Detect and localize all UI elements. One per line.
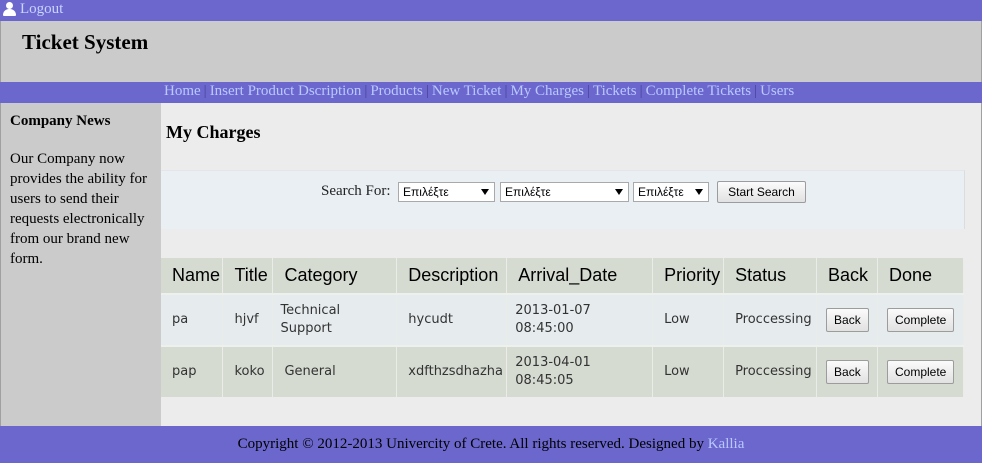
nav-separator: | — [425, 83, 429, 99]
cell-done: Complete — [877, 293, 965, 346]
start-search-button[interactable]: Start Search — [717, 181, 806, 203]
search-select-3-value: Επιλέξτε — [638, 185, 684, 199]
nav-separator: | — [754, 83, 758, 99]
user-icon — [3, 2, 16, 17]
nav-separator: | — [586, 83, 590, 99]
column-header-done: Done — [877, 258, 965, 294]
footer: Copyright © 2012-2013 Univercity of Cret… — [0, 426, 982, 463]
back-button[interactable]: Back — [826, 360, 869, 384]
cell-title: koko — [222, 345, 274, 397]
header: Ticket System — [0, 21, 982, 82]
nav-users[interactable]: Users — [760, 83, 794, 99]
complete-button[interactable]: Complete — [886, 308, 955, 332]
cell-arrival-date-text: 2013-01-07 08:45:00 — [515, 303, 591, 336]
cell-arrival-date: 2013-04-01 08:45:05 — [506, 345, 654, 397]
company-news-title: Company News — [10, 113, 111, 129]
nav-separator: | — [203, 83, 207, 99]
column-header-priority: Priority — [652, 258, 725, 294]
designer-link[interactable]: Kallia — [708, 436, 745, 452]
column-header-status: Status — [723, 258, 818, 294]
cell-priority: Low — [652, 345, 725, 397]
search-select-1[interactable]: Επιλέξτε — [398, 182, 495, 202]
cell-arrival-date-text: 2013-04-01 08:45:05 — [515, 355, 591, 388]
column-header-back: Back — [816, 258, 878, 294]
cell-category: Technical Support — [272, 293, 398, 346]
nav-menu: Home | Insert Product Dscription | Products |… — [164, 83, 794, 100]
complete-button[interactable]: Complete — [886, 360, 955, 384]
nav-tickets[interactable]: Tickets — [593, 83, 637, 99]
site-title: Ticket System — [22, 30, 149, 54]
cell-status: Proccessing — [723, 293, 818, 346]
nav-separator: | — [504, 83, 508, 99]
search-select-1-value: Επιλέξτε — [403, 185, 449, 199]
cell-back: Back — [816, 293, 878, 346]
cell-back: Back — [816, 345, 878, 397]
back-button[interactable]: Back — [826, 308, 869, 332]
cell-category-text: Technical Support — [280, 303, 341, 336]
company-news-text: Our Company now provides the ability for… — [10, 151, 148, 267]
nav-complete-tickets[interactable]: Complete Tickets — [646, 83, 751, 99]
table-row: pap koko General xdfthzsdhazha 2013-04-0… — [161, 345, 965, 397]
cell-done: Complete — [877, 345, 965, 397]
column-header-title: Title — [222, 258, 274, 294]
cell-name: pap — [161, 345, 224, 397]
nav-separator: | — [639, 83, 643, 99]
nav-products[interactable]: Products — [370, 83, 423, 99]
table-header-row: Name Title Category Description Arrival_… — [161, 258, 965, 294]
logout-label: Logout — [20, 1, 64, 17]
nav-my-charges[interactable]: My Charges — [510, 83, 583, 99]
nav-home[interactable]: Home — [164, 83, 201, 99]
nav-new-ticket[interactable]: New Ticket — [432, 83, 502, 99]
search-panel: Search For: Επιλέξτε Επιλέξτε Επιλέξτε S… — [161, 170, 965, 229]
sidebar: Company News Our Company now provides th… — [0, 103, 161, 426]
cell-title: hjvf — [222, 293, 274, 346]
cell-category: General — [272, 345, 398, 397]
search-select-2-value: Επιλέξτε — [505, 185, 551, 199]
page-title: My Charges — [166, 122, 261, 142]
search-label: Search For: — [321, 183, 391, 199]
charges-table: Name Title Category Description Arrival_… — [161, 258, 965, 397]
nav-separator: | — [364, 83, 368, 99]
search-select-2[interactable]: Επιλέξτε — [500, 182, 629, 202]
dropdown-arrow-icon — [481, 189, 489, 195]
cell-status: Proccessing — [723, 345, 818, 397]
cell-description: hycudt — [396, 293, 508, 346]
top-bar: Logout — [0, 0, 982, 21]
column-header-arrival-date: Arrival_Date — [506, 258, 654, 294]
nav-bar: Home | Insert Product Dscription | Products |… — [0, 82, 982, 103]
cell-name: pa — [161, 293, 224, 346]
main-content: My Charges Search For: Επιλέξτε Επιλέξτε… — [161, 103, 982, 426]
column-header-category: Category — [272, 258, 398, 294]
logout-link[interactable]: Logout — [3, 1, 63, 18]
dropdown-arrow-icon — [615, 189, 623, 195]
footer-text: Copyright © 2012-2013 Univercity of Cret… — [0, 436, 982, 453]
cell-arrival-date: 2013-01-07 08:45:00 — [506, 293, 654, 346]
nav-insert-product-description[interactable]: Insert Product Dscription — [210, 83, 362, 99]
column-header-name: Name — [161, 258, 224, 294]
cell-description: xdfthzsdhazha — [396, 345, 508, 397]
table-row: pa hjvf Technical Support hycudt 2013-01… — [161, 293, 965, 346]
cell-priority: Low — [652, 293, 725, 346]
copyright-text: Copyright © 2012-2013 Univercity of Cret… — [237, 436, 704, 452]
dropdown-arrow-icon — [695, 189, 703, 195]
search-select-3[interactable]: Επιλέξτε — [633, 182, 709, 202]
column-header-description: Description — [396, 258, 508, 294]
